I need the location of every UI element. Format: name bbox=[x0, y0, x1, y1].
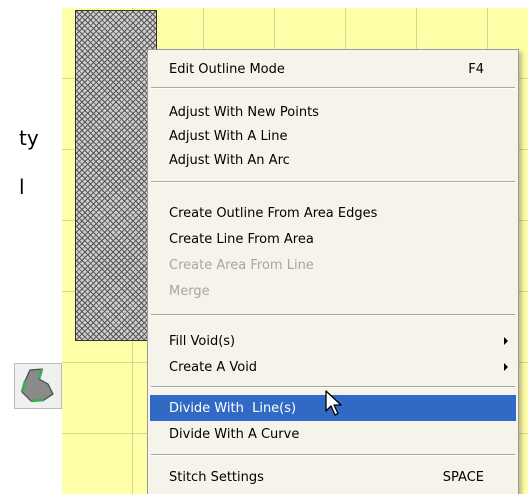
menu-item-shortcut: SPACE bbox=[442, 469, 484, 485]
menu-separator bbox=[151, 454, 515, 456]
menu-item-label: Divide With A Curve bbox=[169, 426, 300, 442]
menu-item-stitch-settings[interactable]: Stitch Settings SPACE bbox=[150, 464, 516, 490]
menu-item-divide-with-a-curve[interactable]: Divide With A Curve bbox=[150, 421, 516, 447]
menu-item-label: Fill Void(s) bbox=[169, 333, 236, 349]
doc-text-fragment-2: l bbox=[19, 175, 25, 199]
menu-item-merge[interactable]: Merge bbox=[150, 278, 516, 304]
crosshatched-area-shape[interactable] bbox=[75, 10, 157, 341]
area-shape-tool-icon[interactable] bbox=[14, 363, 62, 409]
arrow-pointer-cursor bbox=[325, 390, 342, 416]
submenu-arrow-icon bbox=[504, 363, 508, 371]
context-menu: Edit Outline Mode F4 Adjust With New Poi… bbox=[147, 49, 519, 494]
menu-item-shortcut: F4 bbox=[468, 61, 484, 77]
menu-item-label: Create Area From Line bbox=[169, 257, 314, 273]
menu-item-label: Stitch Settings bbox=[169, 469, 264, 485]
menu-item-edit-outline-mode[interactable]: Edit Outline Mode F4 bbox=[150, 56, 516, 82]
doc-text-fragment-1: ty bbox=[19, 126, 39, 150]
menu-item-adjust-with-new-points[interactable]: Adjust With New Points bbox=[150, 99, 516, 125]
menu-item-label: Create A Void bbox=[169, 359, 258, 375]
submenu-arrow-icon bbox=[504, 337, 508, 345]
menu-item-label: Merge bbox=[169, 283, 210, 299]
menu-item-label: Adjust With A Line bbox=[169, 128, 288, 144]
menu-item-label: Edit Outline Mode bbox=[169, 61, 285, 77]
menu-item-create-line-from-area[interactable]: Create Line From Area bbox=[150, 226, 516, 252]
menu-item-adjust-with-a-line[interactable]: Adjust With A Line bbox=[150, 123, 516, 149]
menu-separator bbox=[151, 314, 515, 316]
menu-item-create-outline-from-area-edges[interactable]: Create Outline From Area Edges bbox=[150, 200, 516, 226]
menu-item-fill-voids[interactable]: Fill Void(s) bbox=[150, 328, 516, 354]
menu-item-label: Create Outline From Area Edges bbox=[169, 205, 378, 221]
menu-separator bbox=[151, 181, 515, 183]
menu-separator bbox=[151, 386, 515, 388]
menu-item-adjust-with-an-arc[interactable]: Adjust With An Arc bbox=[150, 147, 516, 173]
menu-item-label: Create Line From Area bbox=[169, 231, 314, 247]
menu-item-create-a-void[interactable]: Create A Void bbox=[150, 354, 516, 380]
menu-item-label: Divide With Line(s) bbox=[169, 400, 297, 416]
menu-item-label: Adjust With An Arc bbox=[169, 152, 290, 168]
menu-item-create-area-from-line[interactable]: Create Area From Line bbox=[150, 252, 516, 278]
menu-item-label: Adjust With New Points bbox=[169, 104, 319, 120]
menu-separator bbox=[151, 87, 515, 89]
